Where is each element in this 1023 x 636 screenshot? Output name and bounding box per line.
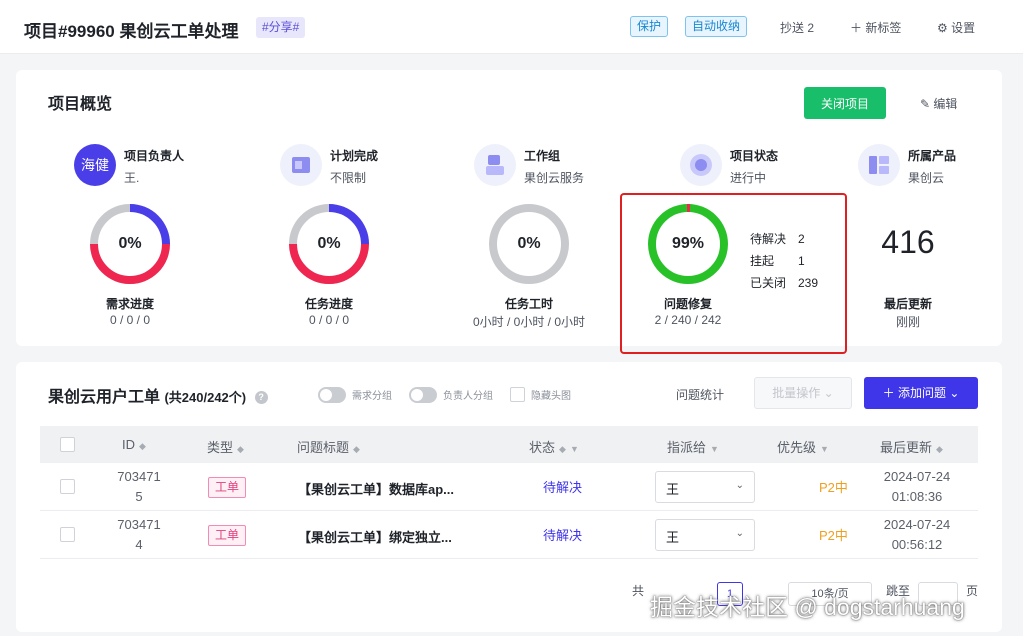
- edit-label: 编辑: [933, 97, 958, 111]
- table-row[interactable]: 703471 4 工单 【果创云工单】绑定独立... 待解决 王 ⌄ P2中 2…: [40, 511, 978, 559]
- close-project-button[interactable]: 关闭项目: [804, 87, 886, 119]
- batch-action-button[interactable]: 批量操作 ⌄: [754, 377, 852, 409]
- col-assignee[interactable]: 指派给 ▼: [667, 437, 719, 456]
- meta-label: 工作组: [524, 149, 561, 163]
- row-priority: P2中: [819, 528, 848, 543]
- row-status[interactable]: 待解决: [543, 525, 582, 544]
- meta-value: 进行中: [730, 171, 767, 185]
- row-checkbox[interactable]: [60, 527, 75, 542]
- cc-link[interactable]: 抄送 2: [780, 19, 814, 36]
- add-issue-button[interactable]: ＋ 添加问题 ⌄: [864, 377, 978, 409]
- stat-ring-task: 0%: [287, 202, 371, 286]
- filter-icon[interactable]: ▼: [820, 444, 829, 454]
- gear-icon: ⚙: [937, 21, 948, 35]
- row-priority: P2中: [819, 480, 848, 495]
- meta-value: 果创云服务: [524, 171, 585, 185]
- hide-avatar-checkbox[interactable]: 隐藏头图: [510, 386, 571, 403]
- checkbox[interactable]: [510, 387, 525, 403]
- product-icon: [858, 144, 900, 186]
- filter-icon[interactable]: ▼: [710, 444, 719, 454]
- row-id: 703471 5: [117, 469, 161, 504]
- table-header: ID ◆ 类型 ◆ 问题标题 ◆ 状态 ◆ ▼ 指派给 ▼ 优先级 ▼ 最后更新 ◆: [40, 426, 978, 463]
- share-tag[interactable]: #分享#: [256, 17, 306, 38]
- meta-label: 所属产品: [908, 149, 957, 163]
- new-tag-link[interactable]: ＋ 新标签: [850, 19, 901, 36]
- help-icon[interactable]: ?: [254, 391, 268, 405]
- stat-ring-requirement: 0%: [88, 202, 172, 286]
- pager-suffix: 页: [966, 584, 979, 598]
- protect-badge[interactable]: 保护: [630, 16, 669, 37]
- col-id[interactable]: ID ◆: [122, 437, 146, 452]
- sort-icon: ◆: [353, 444, 360, 454]
- type-tag: 工单: [208, 525, 247, 546]
- team-icon: [474, 144, 516, 186]
- watermark: 掘金技术社区 @ dogstarhuang: [650, 594, 965, 620]
- pager-total: 共: [632, 584, 645, 598]
- stat-label: 任务进度: [304, 297, 353, 311]
- update-count: 416: [881, 224, 935, 260]
- col-status[interactable]: 状态 ◆ ▼: [529, 437, 579, 456]
- stat-sub: 0 / 0 / 0: [308, 313, 350, 327]
- issue-stats-link[interactable]: 问题统计: [676, 386, 724, 403]
- sort-icon: ◆: [936, 444, 943, 454]
- row-title[interactable]: 【果创云工单】绑定独立...: [298, 527, 452, 546]
- assignee-select[interactable]: 王 ⌄: [655, 519, 755, 551]
- meta-label: 计划完成: [330, 149, 379, 163]
- settings-label: 设置: [951, 21, 976, 35]
- col-type[interactable]: 类型 ◆: [207, 437, 244, 456]
- col-updated[interactable]: 最后更新 ◆: [880, 437, 943, 456]
- filter-icon[interactable]: ▼: [570, 444, 579, 454]
- row-id: 703471 4: [117, 517, 161, 552]
- row-checkbox[interactable]: [60, 479, 75, 494]
- meta-label: 项目状态: [730, 149, 779, 163]
- calendar-icon: [280, 144, 322, 186]
- type-tag: 工单: [208, 477, 247, 498]
- col-priority[interactable]: 优先级 ▼: [777, 437, 829, 456]
- toggle-switch[interactable]: [409, 386, 437, 403]
- plus-icon: ＋: [850, 21, 863, 35]
- top-bar: 项目#99960 果创云工单处理 #分享# 保护 自动收纳 抄送 2 ＋ 新标签…: [0, 0, 1023, 54]
- project-title: 项目#99960 果创云工单处理: [24, 22, 239, 41]
- meta-label: 项目负责人: [124, 149, 185, 163]
- row-status[interactable]: 待解决: [543, 477, 582, 496]
- stat-sub: 0 / 0 / 0: [109, 313, 151, 327]
- meta-value: 果创云: [908, 171, 945, 185]
- status-icon: [680, 144, 722, 186]
- sort-icon: ◆: [237, 444, 244, 454]
- new-tag-label: 新标签: [865, 21, 902, 35]
- meta-value: 不限制: [330, 171, 367, 185]
- highlight-box: [620, 193, 847, 354]
- overview-title: 项目概览: [48, 96, 113, 113]
- tickets-count: (共240/242个): [164, 390, 247, 405]
- stat-percent: 0%: [517, 235, 541, 252]
- stat-label: 任务工时: [504, 297, 553, 311]
- col-title[interactable]: 问题标题 ◆: [297, 437, 360, 456]
- sort-icon: ◆: [559, 444, 566, 454]
- sort-icon: ◆: [139, 441, 146, 451]
- row-title[interactable]: 【果创云工单】数据库ap...: [298, 479, 454, 498]
- autoclose-badge[interactable]: 自动收纳: [685, 16, 748, 37]
- toggle-owner-group[interactable]: 负责人分组: [409, 386, 493, 403]
- row-updated: 2024-07-24 01:08:36: [883, 469, 951, 504]
- tickets-title: 果创云用户工单 (共240/242个) ?: [48, 383, 268, 407]
- stat-sub: 0小时 / 0小时 / 0小时: [472, 315, 586, 329]
- select-all-checkbox[interactable]: [60, 437, 75, 452]
- overview-panel: 项目概览 关闭项目 ✎ 编辑 海健 项目负责人 王. 计划完成 不限制 工作组 …: [16, 70, 1002, 346]
- meta-value: 王.: [124, 171, 140, 185]
- toggle-switch[interactable]: [318, 386, 346, 403]
- stat-percent: 0%: [118, 235, 142, 252]
- chevron-down-icon: ⌄: [735, 528, 744, 539]
- table-row[interactable]: 703471 5 工单 【果创云工单】数据库ap... 待解决 王 ⌄ P2中 …: [40, 463, 978, 511]
- avatar: 海健: [74, 144, 116, 186]
- stat-percent: 0%: [317, 235, 341, 252]
- assignee-select[interactable]: 王 ⌄: [655, 471, 755, 503]
- toggle-req-group[interactable]: 需求分组: [318, 386, 392, 403]
- edit-icon: ✎: [920, 97, 931, 111]
- chevron-down-icon: ⌄: [735, 480, 744, 491]
- settings-link[interactable]: ⚙ 设置: [937, 19, 975, 36]
- row-updated: 2024-07-24 00:56:12: [883, 517, 951, 552]
- stat-ring-hours: 0%: [487, 202, 571, 286]
- stat-label: 需求进度: [105, 297, 154, 311]
- edit-link[interactable]: ✎ 编辑: [920, 95, 957, 112]
